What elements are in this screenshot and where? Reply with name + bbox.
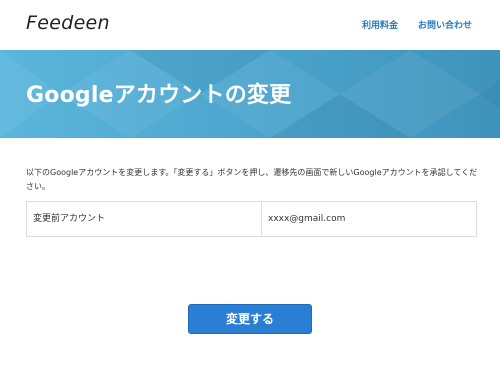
site-logo[interactable]: Feedeen (26, 12, 110, 34)
account-table: 変更前アカウント xxxx@gmail.com (26, 201, 477, 237)
nav-link-contact[interactable]: お問い合わせ (418, 18, 472, 31)
nav-link-pricing[interactable]: 利用料金 (362, 18, 398, 31)
current-account-email: xxxx@gmail.com (268, 214, 346, 224)
top-nav: 利用料金 お問い合わせ (362, 18, 472, 31)
change-account-button[interactable]: 変更する (188, 304, 312, 334)
page-banner: Googleアカウントの変更 (0, 50, 500, 138)
instructions-text: 以下のGoogleアカウントを変更します。「変更する」ボタンを押し、遷移先の画面… (26, 168, 478, 191)
current-account-label: 変更前アカウント (27, 202, 262, 236)
page-title: Googleアカウントの変更 (26, 83, 292, 108)
site-header: Feedeen 利用料金 お問い合わせ (0, 0, 500, 50)
